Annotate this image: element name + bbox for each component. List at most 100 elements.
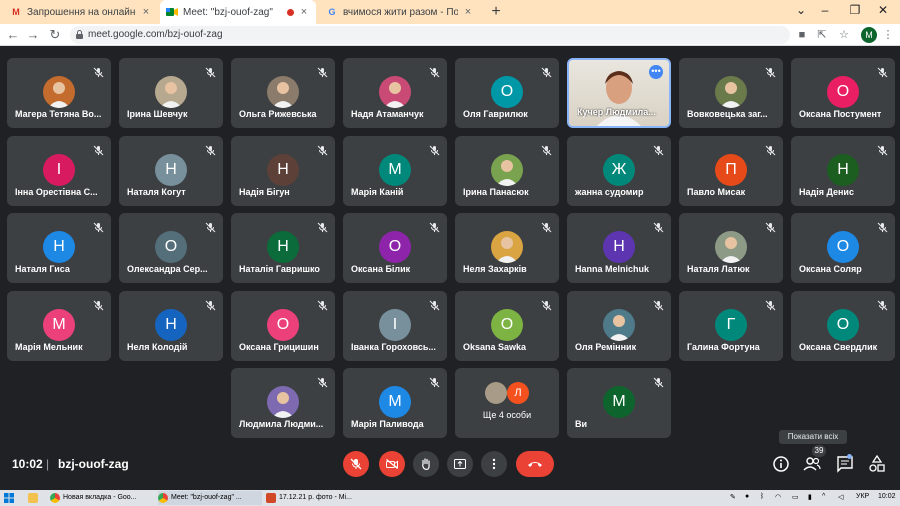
- participant-tile[interactable]: О Оксана Соляр: [791, 213, 895, 283]
- participant-tile[interactable]: Н Наталія Гавришко: [231, 213, 335, 283]
- participant-tile[interactable]: М Марія Каній: [343, 136, 447, 206]
- mic-muted-icon: [317, 375, 328, 388]
- raise-hand-button[interactable]: [413, 451, 439, 477]
- mic-muted-icon: [205, 220, 216, 233]
- participant-tile[interactable]: M Ви: [567, 368, 671, 438]
- participant-tile[interactable]: Ірина Панасюк: [455, 136, 559, 206]
- participant-tile[interactable]: М Марія Мельник: [7, 291, 111, 361]
- camera-in-use-icon[interactable]: ■: [794, 27, 810, 43]
- participant-tile[interactable]: Жжанна судомир: [567, 136, 671, 206]
- participant-tile[interactable]: Наталя Латюк: [679, 213, 783, 283]
- close-tab-icon[interactable]: ×: [298, 6, 310, 18]
- people-icon[interactable]: [803, 455, 821, 473]
- participant-tile[interactable]: О Оксана Свердлик: [791, 291, 895, 361]
- participant-tile[interactable]: І Інна Орестівна С...: [7, 136, 111, 206]
- restore-icon[interactable]: ❐: [840, 0, 870, 22]
- mic-tray-icon[interactable]: ●: [745, 493, 749, 500]
- participant-avatar: M: [603, 386, 635, 418]
- lock-icon: [76, 30, 83, 39]
- camera-toggle-button[interactable]: [379, 451, 405, 477]
- star-icon[interactable]: ☆: [836, 27, 852, 43]
- tab-meet[interactable]: Meet: "bzj-ouof-zag" ×: [160, 0, 316, 24]
- participant-tile[interactable]: Н Надія Денис: [791, 136, 895, 206]
- participant-tile[interactable]: Н Наталя Когут: [119, 136, 223, 206]
- bluetooth-icon[interactable]: ᛒ: [760, 493, 764, 500]
- participant-tile[interactable]: Н Надія Бігун: [231, 136, 335, 206]
- participant-tile[interactable]: Ольга Рижевська: [231, 58, 335, 128]
- close-tab-icon[interactable]: ×: [462, 6, 474, 18]
- participant-tile[interactable]: Магера Тетяна Во...: [7, 58, 111, 128]
- participant-tile[interactable]: Оля Ремінник: [567, 291, 671, 361]
- participant-name: Ірина Панасюк: [463, 187, 529, 197]
- participant-tile[interactable]: Г Галина Фортуна: [679, 291, 783, 361]
- back-icon[interactable]: ←: [4, 26, 22, 44]
- participant-grid: Магера Тетяна Во... Ірина Шевчук Ольга Риж…: [0, 46, 900, 446]
- profile-avatar[interactable]: M: [861, 27, 877, 43]
- leave-call-button[interactable]: [516, 451, 554, 477]
- participant-tile[interactable]: О Олександра Сер...: [119, 213, 223, 283]
- powerpoint-icon: [266, 493, 276, 503]
- mic-muted-icon: [317, 220, 328, 233]
- language-indicator[interactable]: УКР: [856, 493, 869, 500]
- tab-gmail[interactable]: M Запрошення на онлайн-тренінг ×: [4, 0, 158, 24]
- share-icon[interactable]: ⇱: [814, 27, 830, 43]
- volume-icon[interactable]: ◁: [838, 493, 843, 501]
- participant-tile[interactable]: О Оксана Грицишин: [231, 291, 335, 361]
- participant-tile[interactable]: О Оля Гаврилюк: [455, 58, 559, 128]
- participant-avatar: Н: [827, 154, 859, 186]
- up-arrow-icon[interactable]: ^: [822, 493, 825, 500]
- participant-tile[interactable]: Ірина Шевчук: [119, 58, 223, 128]
- participant-name: Людмила Людми...: [239, 419, 324, 429]
- windows-start-icon[interactable]: [4, 491, 14, 505]
- participant-name: Магера Тетяна Во...: [15, 109, 102, 119]
- battery-icon[interactable]: ▮: [808, 493, 812, 501]
- activities-icon[interactable]: [868, 455, 886, 473]
- participant-tile[interactable]: Н Неля Колодій: [119, 291, 223, 361]
- pen-icon[interactable]: ✎: [730, 493, 736, 501]
- url-field[interactable]: meet.google.com/bzj-ouof-zag: [70, 26, 790, 44]
- wifi-icon[interactable]: ◠: [775, 493, 781, 501]
- participant-tile[interactable]: H Hanna Melnichuk: [567, 213, 671, 283]
- new-tab-button[interactable]: +: [486, 2, 506, 22]
- info-icon[interactable]: [772, 455, 790, 473]
- forward-icon[interactable]: →: [24, 26, 42, 44]
- close-window-icon[interactable]: ✕: [868, 0, 898, 22]
- participant-tile[interactable]: І Іванка Гороховсь...: [343, 291, 447, 361]
- participant-name: Oksana Sawka: [463, 342, 527, 352]
- mic-off-icon: [350, 458, 362, 470]
- participant-name: Марія Каній: [351, 187, 404, 197]
- more-participants-tile[interactable]: Л Ще 4 особи: [455, 368, 559, 438]
- more-options-button[interactable]: [481, 451, 507, 477]
- mic-toggle-button[interactable]: [343, 451, 369, 477]
- participant-tile[interactable]: Н Наталя Гиса: [7, 213, 111, 283]
- participant-tile[interactable]: М Марія Паливода: [343, 368, 447, 438]
- participant-name: Неля Колодій: [127, 342, 188, 352]
- network-icon[interactable]: ▭: [792, 493, 799, 501]
- present-button[interactable]: [447, 451, 473, 477]
- taskbar-item-chrome-meet[interactable]: Meet: "bzj-ouof-zag" ...: [158, 491, 262, 505]
- participant-avatar: Л: [507, 382, 529, 404]
- taskbar-item-powerpoint[interactable]: 17.12.21 р. фото - Mi...: [266, 491, 366, 505]
- more-options-icon[interactable]: •••: [649, 65, 663, 79]
- taskbar-item-chrome-newtab[interactable]: Новая вкладка - Goo...: [50, 491, 154, 505]
- participant-tile[interactable]: O Oksana Sawka: [455, 291, 559, 361]
- minimize-icon[interactable]: –: [810, 0, 840, 22]
- participant-avatar: Н: [267, 231, 299, 263]
- participant-tile[interactable]: Людмила Людми...: [231, 368, 335, 438]
- mic-muted-icon: [541, 143, 552, 156]
- file-explorer-icon[interactable]: [28, 491, 41, 505]
- taskbar-clock[interactable]: 10:02: [878, 493, 896, 500]
- reload-icon[interactable]: ↻: [46, 26, 64, 44]
- tab-google-search[interactable]: G вчимося жити разом - Пошук G ×: [320, 0, 480, 24]
- participant-tile[interactable]: ••• Кучер Людмила...: [567, 58, 671, 128]
- participant-photo: [603, 309, 635, 341]
- participant-tile[interactable]: О Оксана Постумент: [791, 58, 895, 128]
- participant-tile[interactable]: О Оксана Білик: [343, 213, 447, 283]
- participant-tile[interactable]: Неля Захарків: [455, 213, 559, 283]
- more-vertical-icon: [492, 458, 496, 470]
- participant-tile[interactable]: Вовковецька заг...: [679, 58, 783, 128]
- participant-tile[interactable]: Надя Атаманчук: [343, 58, 447, 128]
- participant-tile[interactable]: П Павло Мисак: [679, 136, 783, 206]
- menu-icon[interactable]: ⋮: [880, 27, 896, 43]
- close-tab-icon[interactable]: ×: [140, 6, 152, 18]
